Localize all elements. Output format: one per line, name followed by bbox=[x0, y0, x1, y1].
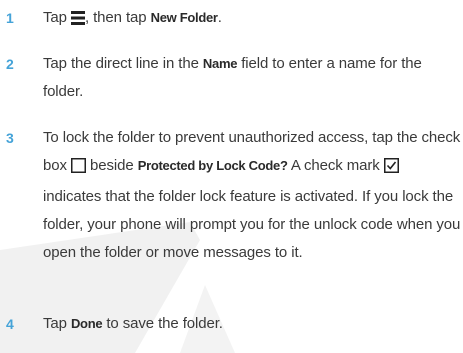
checked-checkbox-icon bbox=[383, 155, 399, 183]
step-number: 3 bbox=[6, 130, 14, 146]
step-number: 1 bbox=[6, 10, 14, 26]
step-text: Tap , then tap New Folder. bbox=[43, 4, 461, 35]
menu-icon bbox=[70, 7, 85, 35]
step-text: Tap Done to save the folder. bbox=[43, 315, 223, 332]
step-text: Tap the direct line in the Name field to… bbox=[43, 55, 422, 100]
protected-by-lock-code-label: Protected by Lock Code? bbox=[137, 158, 288, 173]
step-number: 4 bbox=[6, 316, 14, 332]
done-label: Done bbox=[70, 316, 103, 331]
step-number: 2 bbox=[6, 56, 14, 72]
step-text: To lock the folder to prevent unauthoriz… bbox=[43, 129, 461, 261]
name-field-label: Name bbox=[202, 56, 238, 71]
new-folder-label: New Folder bbox=[150, 10, 218, 25]
empty-checkbox-icon bbox=[70, 155, 86, 183]
